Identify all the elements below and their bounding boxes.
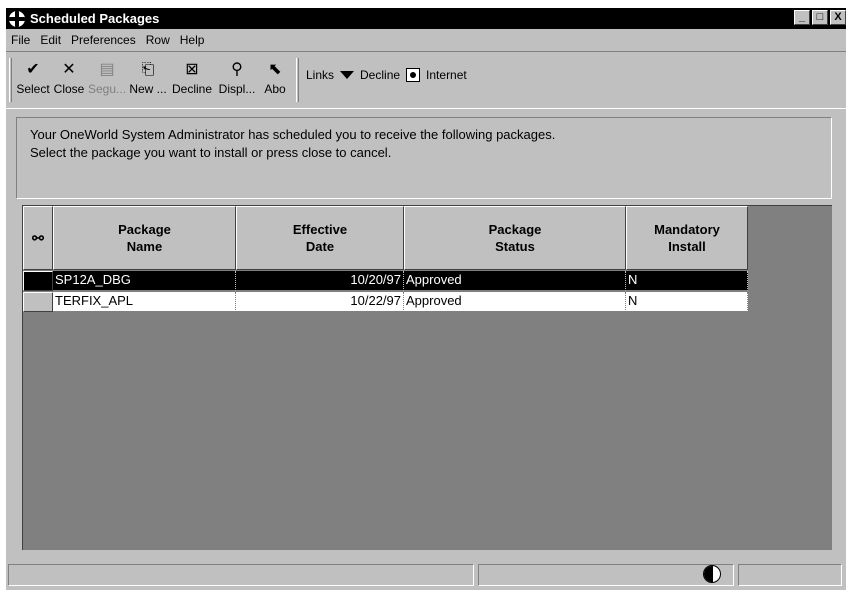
cell-mandatory-install[interactable]: N xyxy=(626,271,748,291)
query-by-example-button[interactable]: ⚯ xyxy=(23,206,53,270)
cell-effective-date[interactable]: 10/20/97 xyxy=(236,271,404,291)
toolbar: ✔ Select ✕ Close ▤ Segu... ⎗ New ... ⊠ D… xyxy=(6,51,846,109)
toolbar-grip[interactable] xyxy=(9,58,12,102)
table-row[interactable]: SP12A_DBG 10/20/97 Approved N xyxy=(23,271,748,291)
packages-grid: ⚯ Package Name Effective Date Package St… xyxy=(22,205,832,550)
menu-bar: File Edit Preferences Row Help xyxy=(6,30,846,50)
cell-package-name[interactable]: TERFIX_APL xyxy=(53,292,236,312)
links-bar: Links Decline Internet xyxy=(306,68,467,82)
row-selector[interactable] xyxy=(23,292,53,312)
column-header-mandatory-install[interactable]: Mandatory Install xyxy=(626,206,748,270)
internet-icon[interactable] xyxy=(406,68,421,82)
scheduled-packages-window: Scheduled Packages _ □ X File Edit Prefe… xyxy=(6,8,846,590)
binoculars-icon: ⚯ xyxy=(32,229,44,246)
sequence-button[interactable]: ▤ Segu... xyxy=(88,58,126,104)
window-controls: _ □ X xyxy=(794,10,846,25)
menu-row[interactable]: Row xyxy=(141,33,175,47)
decline-icon: ⊠ xyxy=(185,61,199,78)
display-button[interactable]: ⚲ Displ... xyxy=(215,58,259,104)
cell-package-status[interactable]: Approved xyxy=(404,292,626,312)
table-row[interactable]: TERFIX_APL 10/22/97 Approved N xyxy=(23,292,748,312)
close-button[interactable]: ✕ Close xyxy=(52,58,86,104)
status-pane-info xyxy=(478,564,734,586)
network-globe-icon xyxy=(703,565,721,583)
grid-header: ⚯ Package Name Effective Date Package St… xyxy=(23,206,748,270)
column-header-effective-date[interactable]: Effective Date xyxy=(236,206,404,270)
new-install-icon: ⎗ xyxy=(141,61,155,78)
select-button[interactable]: ✔ Select xyxy=(16,58,50,104)
instructions-panel: Your OneWorld System Administrator has s… xyxy=(16,117,832,199)
menu-file[interactable]: File xyxy=(6,33,35,47)
new-button[interactable]: ⎗ New ... xyxy=(128,58,168,104)
menu-help[interactable]: Help xyxy=(175,33,210,47)
close-x-icon: ✕ xyxy=(62,61,76,78)
column-header-package-status[interactable]: Package Status xyxy=(404,206,626,270)
row-selector[interactable] xyxy=(23,271,53,291)
about-button[interactable]: ⬉ Abo xyxy=(260,58,290,104)
oneworld-app-icon[interactable] xyxy=(9,10,25,27)
decline-button[interactable]: ⊠ Decline xyxy=(170,58,214,104)
close-window-button[interactable]: X xyxy=(830,10,846,25)
cell-effective-date[interactable]: 10/22/97 xyxy=(236,292,404,312)
minimize-button[interactable]: _ xyxy=(794,10,810,25)
about-pointer-icon: ⬉ xyxy=(268,61,282,78)
internet-link[interactable]: Internet xyxy=(426,68,467,82)
display-icon: ⚲ xyxy=(231,61,243,78)
links-label: Links xyxy=(306,68,335,82)
title-bar[interactable]: Scheduled Packages _ □ X xyxy=(6,8,846,29)
column-header-package-name[interactable]: Package Name xyxy=(53,206,236,270)
menu-edit[interactable]: Edit xyxy=(35,33,66,47)
window-title: Scheduled Packages xyxy=(30,11,160,26)
checkmark-icon: ✔ xyxy=(26,61,40,78)
menu-preferences[interactable]: Preferences xyxy=(66,33,141,47)
status-pane-message xyxy=(8,564,474,586)
cell-package-status[interactable]: Approved xyxy=(404,271,626,291)
cell-mandatory-install[interactable]: N xyxy=(626,292,748,312)
status-pane-extra xyxy=(738,564,842,586)
toolbar-separator xyxy=(296,58,299,102)
maximize-button[interactable]: □ xyxy=(812,10,828,25)
dropdown-triangle-icon[interactable] xyxy=(340,71,355,79)
instructions-line-1: Your OneWorld System Administrator has s… xyxy=(30,127,556,142)
decline-link[interactable]: Decline xyxy=(360,68,400,82)
cell-package-name[interactable]: SP12A_DBG xyxy=(53,271,236,291)
instructions-line-2: Select the package you want to install o… xyxy=(30,145,392,160)
document-icon: ▤ xyxy=(99,61,115,78)
